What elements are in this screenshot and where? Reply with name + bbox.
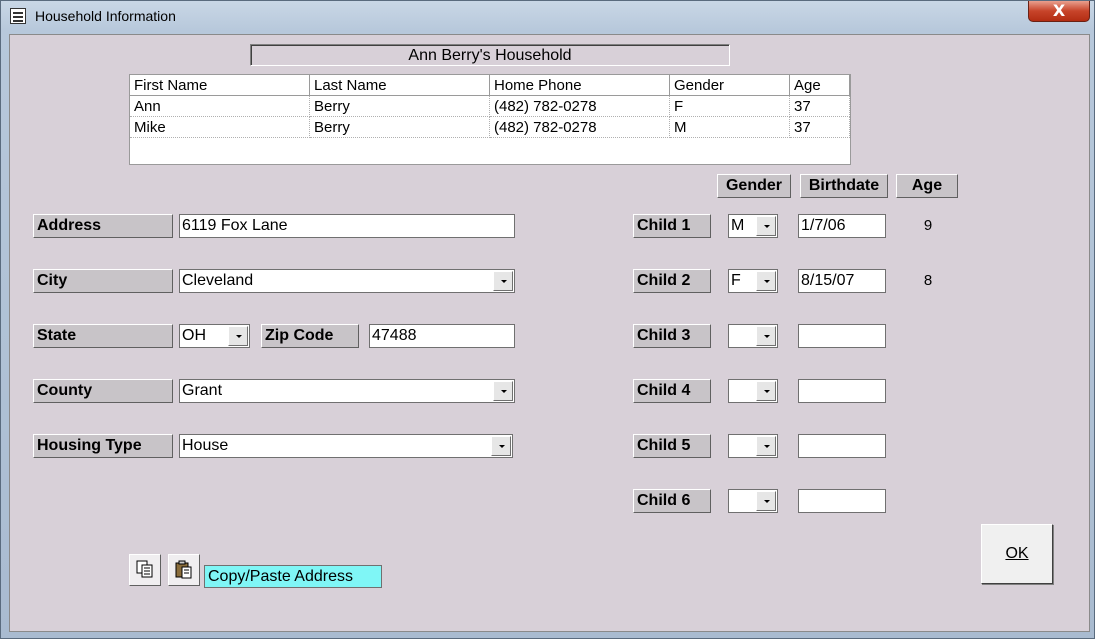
chevron-down-icon[interactable] (756, 271, 776, 291)
cell-age: 37 (790, 96, 850, 117)
child-5-label: Child 5 (633, 434, 711, 458)
members-table[interactable]: First Name Last Name Home Phone Gender A… (129, 74, 851, 165)
paste-icon (175, 560, 192, 579)
copy-icon (136, 560, 153, 578)
child-4-birthdate-field[interactable] (798, 379, 886, 403)
cell-home-phone: (482) 782-0278 (490, 117, 670, 138)
child-6-label: Child 6 (633, 489, 711, 513)
chevron-down-icon[interactable] (756, 326, 776, 346)
ok-button-label: OK (1005, 545, 1029, 562)
address-label: Address (33, 214, 173, 238)
cell-gender: F (670, 96, 790, 117)
city-dropdown[interactable]: Cleveland (179, 269, 515, 293)
cell-age: 37 (790, 117, 850, 138)
zip-code-label: Zip Code (261, 324, 359, 348)
housing-type-value: House (182, 437, 229, 454)
city-value: Cleveland (182, 272, 254, 289)
child-6-gender-dropdown[interactable] (728, 489, 778, 513)
chevron-down-icon[interactable] (756, 491, 776, 511)
state-value: OH (182, 327, 206, 344)
state-dropdown[interactable]: OH (179, 324, 250, 348)
paste-address-button[interactable] (168, 554, 200, 586)
chevron-down-icon[interactable] (493, 271, 513, 291)
child-2-birthdate-field[interactable]: 8/15/07 (798, 269, 886, 293)
age-header: Age (896, 174, 958, 198)
table-header: First Name Last Name Home Phone Gender A… (130, 75, 850, 96)
child-5-gender-dropdown[interactable] (728, 434, 778, 458)
chevron-down-icon[interactable] (756, 436, 776, 456)
copy-address-button[interactable] (129, 554, 161, 586)
child-1-gender-value: M (731, 217, 745, 234)
cell-gender: M (670, 117, 790, 138)
child-2-gender-dropdown[interactable]: F (728, 269, 778, 293)
household-title: Ann Berry's Household (250, 44, 730, 66)
city-label: City (33, 269, 173, 293)
table-row[interactable]: Ann Berry (482) 782-0278 F 37 (130, 96, 850, 117)
county-label: County (33, 379, 173, 403)
chevron-down-icon[interactable] (228, 326, 248, 346)
housing-type-label: Housing Type (33, 434, 173, 458)
child-6-birthdate-field[interactable] (798, 489, 886, 513)
child-3-birthdate-field[interactable] (798, 324, 886, 348)
column-header-home-phone[interactable]: Home Phone (490, 75, 670, 96)
dialog-body: Ann Berry's Household First Name Last Na… (9, 34, 1090, 632)
title-bar[interactable]: Household Information X (1, 1, 1094, 33)
zip-code-field[interactable]: 47488 (369, 324, 515, 348)
cell-first-name: Mike (130, 117, 310, 138)
chevron-down-icon[interactable] (493, 381, 513, 401)
county-value: Grant (182, 382, 223, 399)
window-title: Household Information (35, 8, 176, 24)
cell-last-name: Berry (310, 96, 490, 117)
cell-last-name: Berry (310, 117, 490, 138)
child-1-age: 9 (923, 217, 933, 234)
child-2-age: 8 (923, 272, 933, 289)
child-1-gender-dropdown[interactable]: M (728, 214, 778, 238)
child-2-label: Child 2 (633, 269, 711, 293)
close-button[interactable]: X (1028, 1, 1090, 22)
household-window: Household Information X Ann Berry's Hous… (0, 0, 1095, 639)
county-dropdown[interactable]: Grant (179, 379, 515, 403)
child-4-label: Child 4 (633, 379, 711, 403)
column-header-first-name[interactable]: First Name (130, 75, 310, 96)
chevron-down-icon[interactable] (756, 216, 776, 236)
cell-first-name: Ann (130, 96, 310, 117)
column-header-last-name[interactable]: Last Name (310, 75, 490, 96)
address-field[interactable]: 6119 Fox Lane (179, 214, 515, 238)
chevron-down-icon[interactable] (491, 436, 511, 456)
column-header-gender[interactable]: Gender (670, 75, 790, 96)
child-1-birthdate-field[interactable]: 1/7/06 (798, 214, 886, 238)
child-5-birthdate-field[interactable] (798, 434, 886, 458)
birthdate-header: Birthdate (800, 174, 888, 198)
cell-home-phone: (482) 782-0278 (490, 96, 670, 117)
column-header-age[interactable]: Age (790, 75, 850, 96)
child-3-label: Child 3 (633, 324, 711, 348)
state-label: State (33, 324, 173, 348)
housing-type-dropdown[interactable]: House (179, 434, 513, 458)
child-1-label: Child 1 (633, 214, 711, 238)
ok-button[interactable]: OK (981, 524, 1053, 584)
chevron-down-icon[interactable] (756, 381, 776, 401)
gender-header: Gender (717, 174, 791, 198)
copy-paste-address-label: Copy/Paste Address (204, 565, 382, 588)
child-2-gender-value: F (731, 272, 741, 289)
form-icon (10, 8, 26, 24)
child-4-gender-dropdown[interactable] (728, 379, 778, 403)
table-row[interactable]: Mike Berry (482) 782-0278 M 37 (130, 117, 850, 138)
child-3-gender-dropdown[interactable] (728, 324, 778, 348)
